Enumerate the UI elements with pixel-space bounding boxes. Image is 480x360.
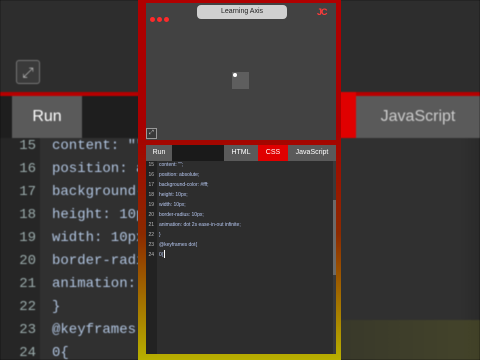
minimize-dot-icon[interactable] — [157, 17, 162, 22]
background-expand-icon: ⤢ — [16, 60, 40, 84]
code-line: 24 0{ — [148, 252, 164, 258]
code-line: 21 animation: dot 2s ease-in-out infinite… — [148, 222, 241, 228]
code-line: 18 height: 10px; — [148, 192, 188, 198]
app-title: Learning Axis — [197, 5, 287, 19]
code-line: 23 @keyframes dot{ — [148, 242, 198, 248]
run-button[interactable]: Run — [146, 145, 172, 161]
editor-tabbar: Run HTML CSS JavaScript — [146, 145, 336, 161]
tab-html[interactable]: HTML — [224, 145, 258, 161]
scrollbar-thumb[interactable] — [333, 200, 336, 275]
text-cursor — [164, 250, 165, 258]
background-js-label: JavaScript — [356, 96, 480, 138]
code-line: 22} — [148, 232, 161, 238]
background-run-label: Run — [12, 96, 82, 138]
tab-javascript[interactable]: JavaScript — [288, 145, 336, 161]
logo: JC — [317, 7, 327, 17]
code-line: 17 background-color: #fff; — [148, 182, 209, 188]
close-dot-icon[interactable] — [150, 17, 155, 22]
window-controls[interactable] — [150, 9, 171, 27]
animated-dot — [233, 73, 237, 77]
tab-css[interactable]: CSS — [258, 145, 288, 161]
code-line: 20 border-radius: 10px; — [148, 212, 204, 218]
expand-icon[interactable]: ⤢ — [146, 128, 157, 139]
code-line: 15 content: ""; — [148, 162, 184, 168]
code-editor[interactable]: 15 content: ""; 16 position: absolute; 17 b… — [146, 161, 336, 354]
code-line: 16 position: absolute; — [148, 172, 200, 178]
code-line: 19 width: 10px; — [148, 202, 186, 208]
maximize-dot-icon[interactable] — [164, 17, 169, 22]
